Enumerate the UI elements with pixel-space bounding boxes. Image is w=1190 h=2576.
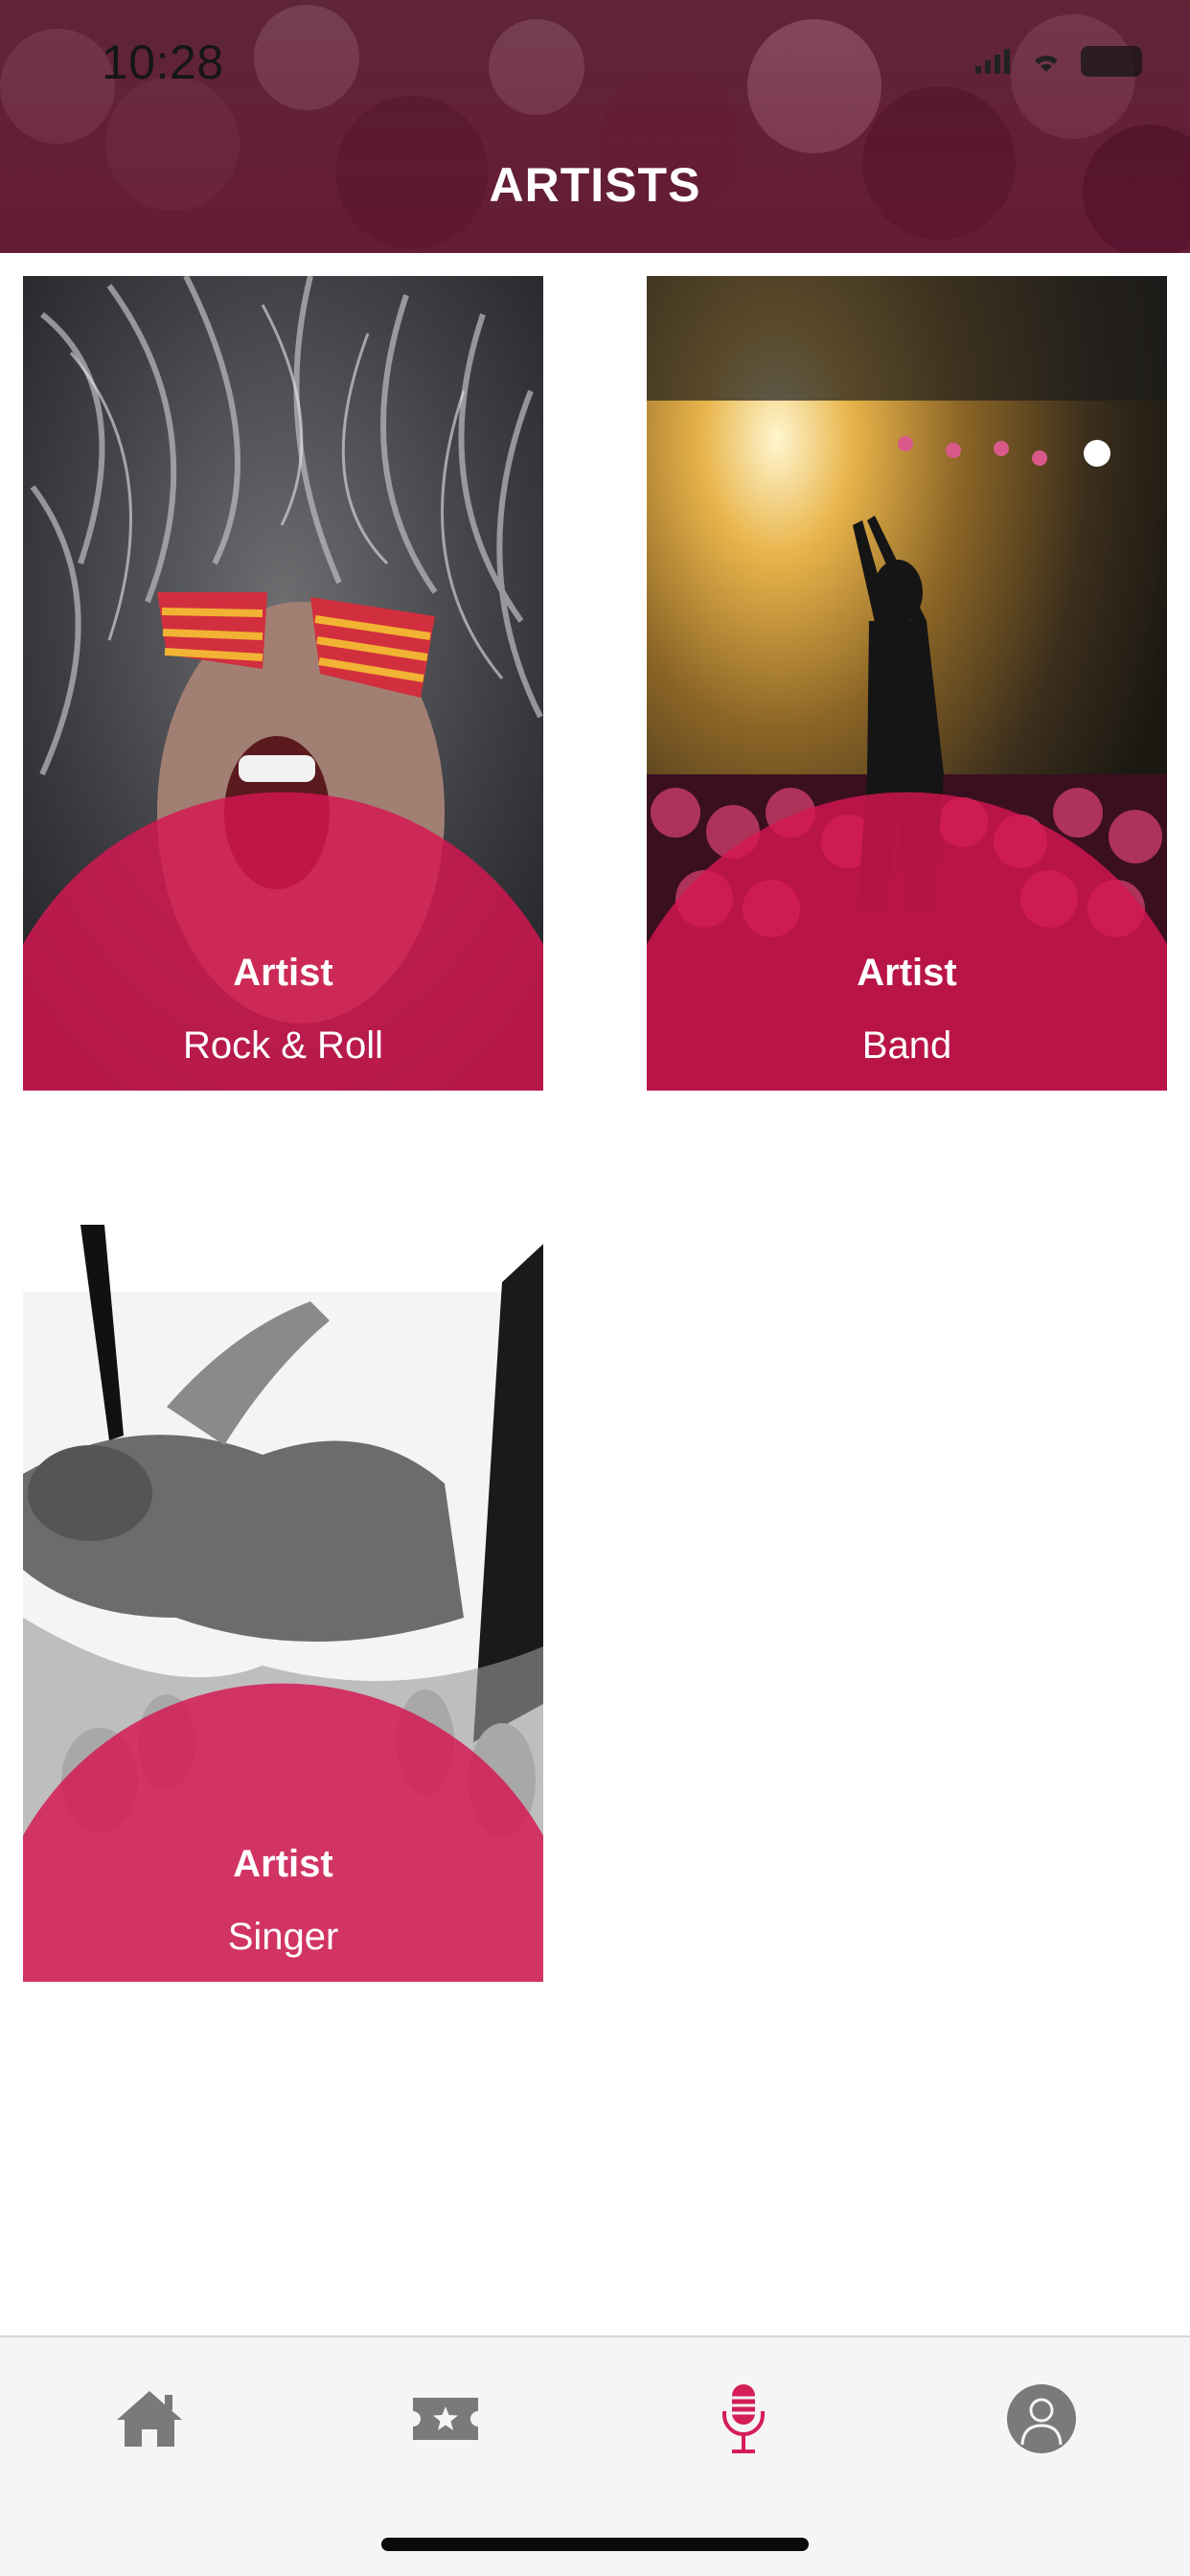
artist-name: Artist <box>857 952 957 994</box>
artist-card-singer[interactable]: Artist Singer <box>23 1167 543 1982</box>
page-title: ARTISTS <box>489 158 701 212</box>
artist-card-rock-and-roll[interactable]: Artist Rock & Roll <box>23 276 543 1091</box>
artist-category: Singer <box>227 1916 339 1958</box>
artist-card-band[interactable]: Artist Band <box>647 276 1167 1091</box>
microphone-icon <box>722 2384 765 2453</box>
header: 10:28 ARTISTS <box>0 0 1190 253</box>
tab-artists[interactable] <box>686 2376 801 2462</box>
tab-events[interactable] <box>388 2376 503 2462</box>
artist-category: Band <box>861 1024 952 1067</box>
status-time: 10:28 <box>102 35 224 89</box>
home-indicator[interactable] <box>381 2538 809 2551</box>
tab-home[interactable] <box>92 2376 207 2462</box>
artist-name: Artist <box>233 952 333 994</box>
signal-icon <box>975 49 1010 74</box>
status-icons <box>973 46 1142 77</box>
home-icon <box>117 2391 182 2447</box>
artists-screen: 10:28 ARTISTS Artist Rock & Roll Artist … <box>0 0 1190 2576</box>
wifi-icon <box>1035 56 1058 72</box>
artist-name: Artist <box>233 1843 333 1885</box>
user-icon <box>1007 2384 1076 2453</box>
ticket-star-icon <box>413 2398 478 2440</box>
battery-icon <box>1081 46 1142 77</box>
artist-category: Rock & Roll <box>183 1024 383 1067</box>
tab-profile[interactable] <box>984 2376 1099 2462</box>
